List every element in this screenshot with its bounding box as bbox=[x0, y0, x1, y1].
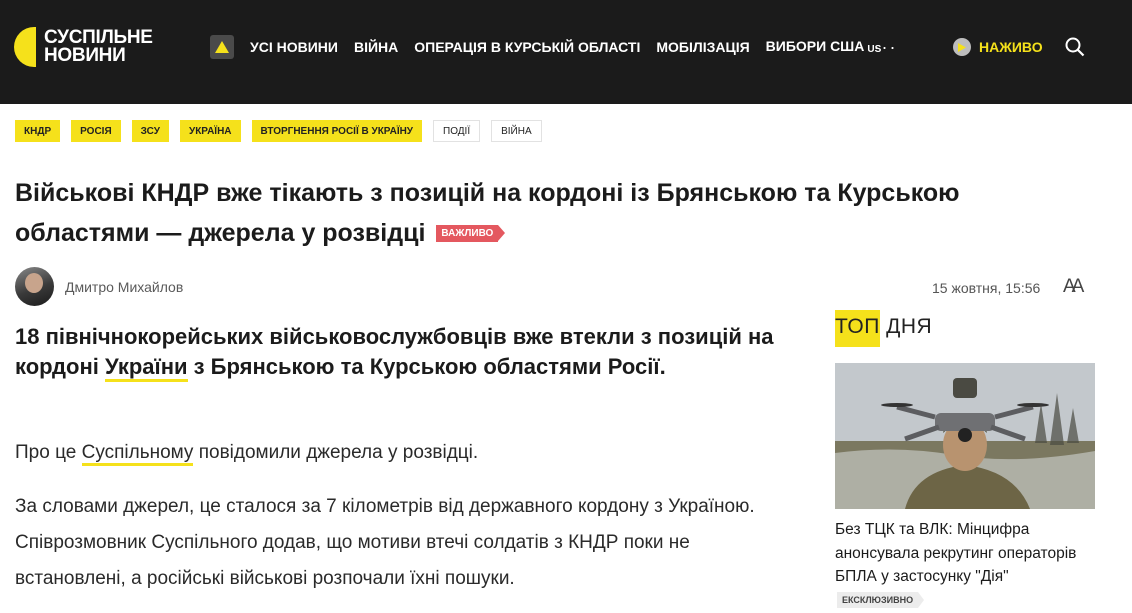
lead-text-2: з Брянською та Курською областями Росії. bbox=[187, 354, 666, 379]
top-article-link[interactable]: Без ТЦК та ВЛК: Мінцифра анонсувала рекр… bbox=[835, 518, 1085, 612]
important-badge: ВАЖЛИВО bbox=[436, 225, 506, 242]
tag-zsu[interactable]: ЗСУ bbox=[131, 120, 169, 142]
main-nav: Усі новини Війна Операція в Курській обл… bbox=[250, 38, 881, 55]
author-block[interactable]: Дмитро Михайлов bbox=[15, 267, 183, 306]
tag-kndr[interactable]: КНДР bbox=[15, 120, 61, 142]
top-article-image[interactable] bbox=[835, 363, 1095, 509]
top-heading-highlight: ТОП bbox=[835, 310, 880, 347]
font-size-toggle-icon[interactable]: AA bbox=[1063, 276, 1084, 298]
nav-all-news[interactable]: Усі новини bbox=[250, 39, 338, 55]
top-heading-rest: ДНЯ bbox=[879, 315, 933, 338]
nav-us-elections[interactable]: Вибори США US bbox=[766, 38, 882, 55]
article-title: Військові КНДР вже тікають з позицій на … bbox=[15, 173, 1015, 253]
live-label: НАЖИВО bbox=[979, 39, 1043, 55]
article-paragraph-1: Про це Суспільному повідомили джерела у … bbox=[15, 435, 795, 471]
more-menu-button[interactable]: ... bbox=[874, 33, 898, 54]
author-name: Дмитро Михайлов bbox=[65, 278, 184, 295]
live-button[interactable]: НАЖИВО bbox=[953, 38, 1043, 56]
logo-mark bbox=[14, 27, 36, 67]
article-paragraph-2: За словами джерел, це сталося за 7 кілом… bbox=[15, 496, 755, 589]
tag-war[interactable]: Війна bbox=[491, 120, 542, 142]
link-ukraine[interactable]: України bbox=[104, 354, 188, 382]
nav-mobilization[interactable]: Мобілізація bbox=[656, 39, 749, 55]
logo-line-2: НОВИНИ bbox=[44, 45, 126, 66]
publish-date: 15 жовтня, 15:56 bbox=[932, 280, 1041, 296]
tag-list: КНДР Росія ЗСУ Україна Вторгнення Росії … bbox=[15, 120, 542, 142]
article-lead: 18 північнокорейських військовослужбовці… bbox=[15, 322, 785, 382]
exclusive-badge: ЕКСКЛЮЗИВНО bbox=[837, 591, 925, 608]
top-of-day-heading: ТОП ДНЯ bbox=[835, 310, 933, 347]
logo-text: СУСПІЛЬНЕ НОВИНИ bbox=[44, 28, 153, 66]
tag-invasion[interactable]: Вторгнення Росії в Україну bbox=[251, 120, 423, 142]
tag-russia[interactable]: Росія bbox=[71, 120, 121, 142]
nav-war[interactable]: Війна bbox=[354, 39, 398, 55]
nav-us-elections-label: Вибори США bbox=[765, 38, 865, 54]
search-icon[interactable] bbox=[1064, 36, 1086, 58]
nav-kursk-operation[interactable]: Операція в Курській області bbox=[414, 39, 640, 55]
site-logo[interactable]: СУСПІЛЬНЕ НОВИНИ bbox=[14, 27, 153, 67]
top-article-title: Без ТЦК та ВЛК: Мінцифра анонсувала рекр… bbox=[835, 521, 1077, 585]
link-suspilne[interactable]: Суспільному bbox=[81, 442, 194, 466]
tag-ukraine[interactable]: Україна bbox=[179, 120, 241, 142]
tag-events[interactable]: Події bbox=[433, 120, 481, 142]
p1-text-2: повідомили джерела у розвідці. bbox=[193, 442, 479, 463]
p1-text-1: Про це bbox=[15, 442, 82, 463]
site-header: СУСПІЛЬНЕ НОВИНИ Усі новини Війна Операц… bbox=[0, 0, 1132, 104]
avatar bbox=[15, 267, 54, 306]
warning-icon[interactable] bbox=[210, 35, 234, 59]
play-icon bbox=[953, 38, 971, 56]
